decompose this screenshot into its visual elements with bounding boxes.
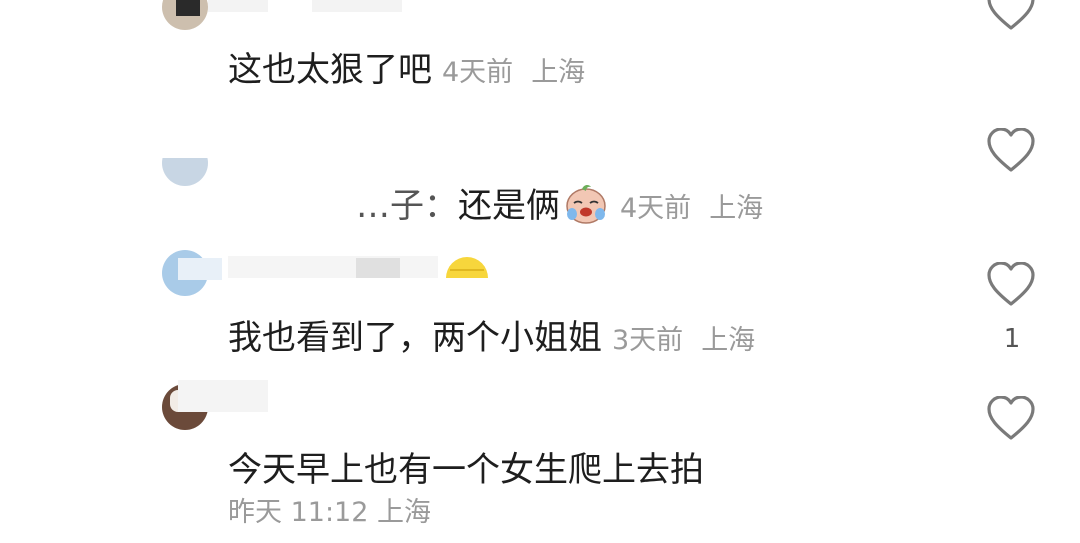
avatar-redacted	[160, 140, 212, 158]
emoji-icon	[446, 257, 488, 278]
comment-text: …子：还是俩 4天前 上海	[356, 178, 763, 227]
heart-outline-icon[interactable]	[986, 396, 1036, 442]
comment-text: 今天早上也有一个女生爬上去拍	[228, 442, 704, 491]
comment-location: 上海	[531, 57, 586, 88]
comment-time: 4天前	[620, 193, 692, 224]
like-count: 1	[1003, 324, 1021, 354]
comment-location: 上海	[377, 497, 431, 528]
crying-laughing-face-emoji	[566, 184, 606, 224]
username-redacted	[228, 256, 438, 278]
comment-body: 还是俩	[458, 186, 560, 226]
comment-body: 我也看到了，两个小姐姐	[228, 318, 602, 358]
avatar[interactable]	[162, 0, 208, 30]
username-redacted	[312, 0, 402, 12]
comment-time: 4天前	[442, 57, 514, 88]
comment-location: 上海	[701, 325, 756, 356]
heart-outline-icon[interactable]	[986, 0, 1036, 32]
comment-location: 上海	[709, 193, 764, 224]
comment-meta: 昨天 11:12 上海	[228, 490, 431, 529]
comment-body: 今天早上也有一个女生爬上去拍	[228, 450, 704, 490]
comment-text: 这也太狠了吧 4天前 上海	[228, 42, 585, 91]
avatar-redacted	[178, 258, 222, 280]
reply-prefix: …子：	[356, 186, 458, 226]
comment-text: 我也看到了，两个小姐姐 3天前 上海	[228, 310, 755, 359]
heart-outline-icon[interactable]	[986, 262, 1036, 308]
comment-time: 昨天 11:12	[228, 497, 369, 528]
comment-body: 这也太狠了吧	[228, 50, 432, 90]
heart-outline-icon[interactable]	[986, 128, 1036, 174]
username-redacted	[356, 258, 400, 278]
username-redacted	[178, 380, 268, 412]
comment-time: 3天前	[612, 325, 684, 356]
username-redacted	[208, 0, 268, 12]
